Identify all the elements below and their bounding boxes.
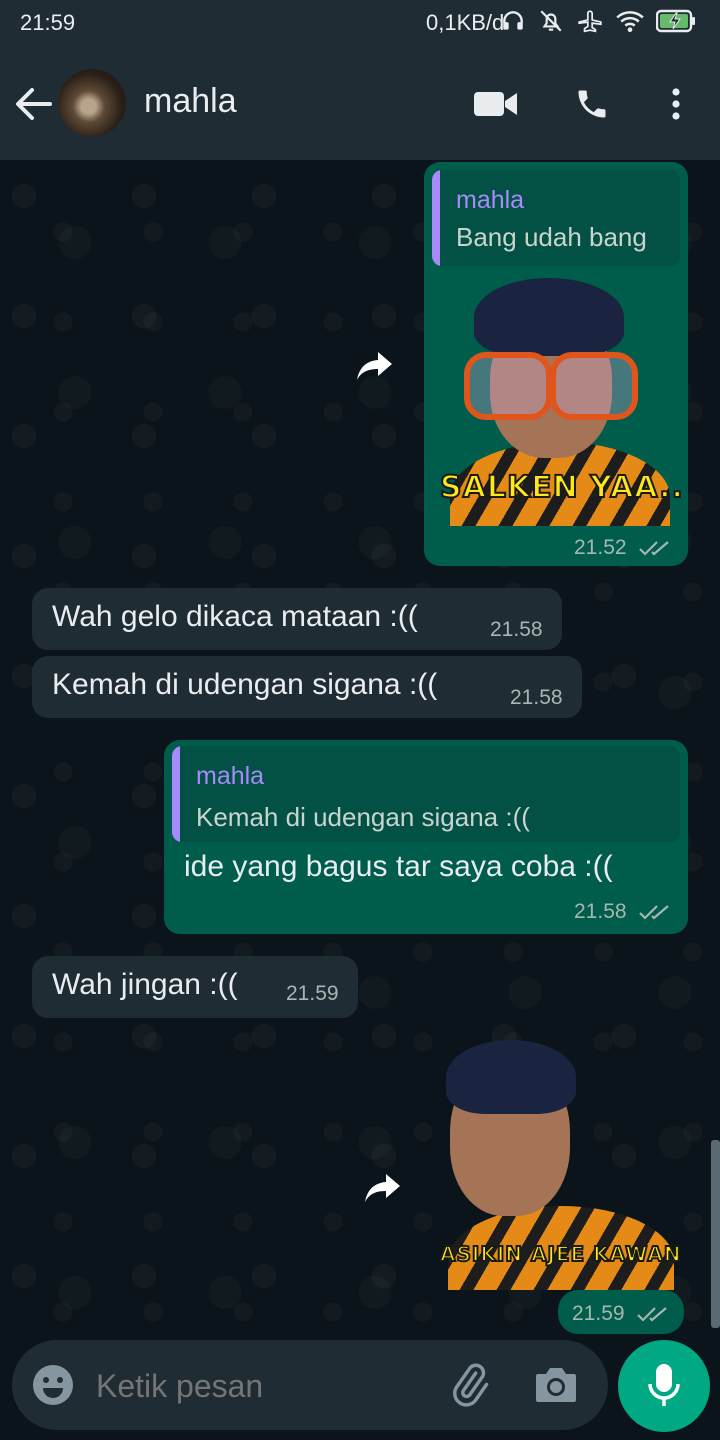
more-vert-icon[interactable] [664, 86, 688, 122]
message-text: Kemah di udengan sigana :(( [52, 668, 438, 701]
forward-icon[interactable] [364, 1172, 402, 1204]
microphone-button[interactable] [618, 1340, 710, 1432]
phone-icon[interactable] [572, 86, 612, 122]
paperclip-icon[interactable] [446, 1362, 492, 1408]
quote-accent-bar [432, 170, 440, 266]
sticker-caption: ASIKIN AJEE KAWAN... [440, 1241, 682, 1267]
arrow-left-icon[interactable] [14, 86, 54, 122]
airplane-icon [578, 10, 602, 33]
status-bar: 21:59 0,1KB/d [0, 0, 720, 48]
message-bubble-out[interactable]: mahla Bang udah bang SALKEN YAA.. 21.52 [424, 162, 688, 566]
double-check-icon [637, 1307, 667, 1322]
avatar[interactable] [58, 69, 126, 137]
quoted-message[interactable]: mahla Kemah di udengan sigana :(( [172, 746, 680, 842]
quote-accent-bar [172, 746, 180, 842]
status-time: 21:59 [20, 10, 76, 35]
sticker-hair [474, 278, 624, 356]
message-composer [12, 1340, 608, 1430]
sticker-hair [446, 1040, 576, 1114]
sticker-glasses-left [464, 352, 552, 420]
chat-header: mahla [0, 48, 720, 160]
sticker-glasses-right [550, 352, 638, 420]
quote-text: Bang udah bang [456, 222, 647, 252]
quote-author: mahla [456, 186, 525, 214]
emoji-icon[interactable] [32, 1364, 74, 1406]
message-text: ide yang bagus tar saya coba :(( [184, 850, 613, 883]
camera-icon[interactable] [534, 1364, 578, 1404]
quote-author: mahla [196, 762, 265, 790]
quote-text: Kemah di udengan sigana :(( [196, 802, 530, 832]
sticker-image[interactable]: ASIKIN AJEE KAWAN... [440, 1036, 682, 1290]
message-time: 21.52 [574, 536, 627, 559]
message-text: Wah jingan :(( [52, 968, 238, 1001]
message-bubble-in[interactable]: Wah gelo dikaca mataan :(( 21.58 [32, 588, 562, 650]
microphone-icon [648, 1364, 680, 1406]
double-check-icon [639, 541, 669, 556]
chat-area[interactable]: mahla Bang udah bang SALKEN YAA.. 21.52 … [0, 160, 720, 1340]
sticker-image[interactable]: SALKEN YAA.. [440, 272, 682, 526]
bell-off-icon [540, 10, 562, 32]
message-text: Wah gelo dikaca mataan :(( [52, 600, 418, 633]
quoted-message[interactable]: mahla Bang udah bang [432, 170, 680, 266]
status-icons [500, 8, 696, 34]
message-time: 21.58 [510, 686, 563, 709]
double-check-icon [639, 905, 669, 920]
contact-name[interactable]: mahla [144, 82, 237, 121]
scrollbar[interactable] [711, 1140, 720, 1328]
message-bubble-in[interactable]: Wah jingan :(( 21.59 [32, 956, 358, 1018]
headset-icon [503, 11, 523, 30]
message-bubble-out[interactable]: mahla Kemah di udengan sigana :(( ide ya… [164, 740, 688, 934]
network-speed: 0,1KB/d [426, 10, 505, 35]
forward-icon[interactable] [356, 350, 394, 382]
message-time: 21.59 [572, 1302, 625, 1325]
message-time: 21.58 [490, 618, 543, 641]
message-input[interactable] [96, 1366, 426, 1406]
message-time: 21.58 [574, 900, 627, 923]
sticker-time-pill: 21.59 [558, 1290, 684, 1334]
battery-charging-icon [656, 9, 695, 33]
video-camera-icon[interactable] [474, 90, 518, 118]
wifi-icon [616, 11, 644, 33]
message-time: 21.59 [286, 982, 339, 1005]
message-bubble-in[interactable]: Kemah di udengan sigana :(( 21.58 [32, 656, 582, 718]
sticker-caption: SALKEN YAA.. [440, 469, 682, 506]
